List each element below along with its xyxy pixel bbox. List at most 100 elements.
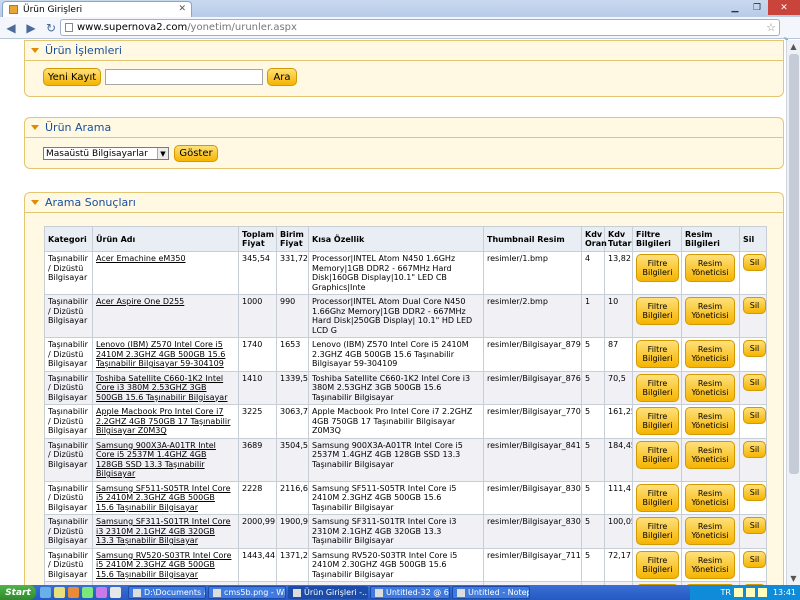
image-manager-button[interactable]: Resim Yöneticisi	[685, 297, 735, 325]
scroll-up-icon[interactable]: ▲	[787, 40, 800, 53]
filter-info-button[interactable]: Filtre Bilgileri	[636, 483, 679, 512]
cell-image: Resim Yöneticisi	[681, 251, 740, 295]
product-link[interactable]: Samsung 900X3A-A01TR Intel Core i5 2537M…	[96, 441, 216, 479]
forward-icon[interactable]: ▶	[22, 19, 40, 37]
delete-button[interactable]: Sil	[743, 517, 766, 534]
cell-description: Samsung SF311-S01TR Intel Core i3 2310M …	[308, 514, 484, 549]
image-manager-button[interactable]: Resim Yöneticisi	[685, 483, 735, 512]
cell-vat-rate: 1	[581, 294, 605, 338]
task-label: Ürün Girişleri -...	[304, 588, 368, 597]
browser-tab[interactable]: Ürün Girişleri ✕	[2, 1, 192, 17]
taskbar-task[interactable]: Ürün Girişleri -...	[288, 586, 368, 599]
cell-unit-price: 990	[276, 294, 309, 338]
filter-info-button[interactable]: Filtre Bilgileri	[636, 440, 679, 469]
tab-close-icon[interactable]: ✕	[178, 4, 186, 14]
collapse-caret-icon[interactable]	[31, 125, 39, 130]
cell-unit-price: 3504,55	[276, 437, 309, 482]
chevron-down-icon[interactable]: ▼	[157, 148, 168, 159]
category-select[interactable]: Masaüstü Bilgisayarlar ▼	[43, 147, 169, 160]
filter-info-button[interactable]: Filtre Bilgileri	[636, 550, 679, 579]
scroll-thumb[interactable]	[789, 54, 799, 474]
taskbar-task[interactable]: Untitled-32 @ 6...	[370, 586, 450, 599]
image-manager-button[interactable]: Resim Yöneticisi	[685, 254, 735, 282]
delete-button[interactable]: Sil	[743, 440, 766, 458]
search-input[interactable]	[105, 69, 263, 85]
cell-total-price: 2000,99	[238, 514, 277, 549]
firefox-icon[interactable]	[68, 587, 79, 598]
panel-title: Ürün Arama	[45, 121, 112, 134]
page-scrollbar[interactable]: ▲ ▼	[786, 40, 800, 585]
collapse-caret-icon[interactable]	[31, 48, 39, 53]
filter-info-button[interactable]: Filtre Bilgileri	[636, 517, 679, 545]
new-record-button[interactable]: Yeni Kayıt	[43, 68, 101, 86]
close-window-icon[interactable]: ✕	[768, 0, 800, 15]
column-header: Birim Fiyat	[276, 226, 309, 252]
filter-info-button[interactable]: Filtre Bilgileri	[636, 407, 679, 435]
delete-button[interactable]: Sil	[743, 550, 766, 568]
cell-name: Samsung SF511-S05TR Intel Core i5 2410M …	[92, 480, 239, 515]
taskbar-task[interactable]: D:\Documents a...	[128, 586, 206, 599]
tray-icon[interactable]	[733, 588, 743, 597]
cell-unit-price: 1339,5	[276, 370, 309, 405]
cell-vat-rate: 5	[581, 480, 605, 515]
filter-info-button[interactable]: Filtre Bilgileri	[636, 373, 679, 402]
taskbar-task[interactable]: cms5b.png - Win...	[208, 586, 286, 599]
reload-icon[interactable]: ↻	[42, 19, 60, 37]
tray-icon[interactable]	[757, 588, 767, 597]
folder-icon[interactable]	[54, 587, 65, 598]
ie-icon[interactable]	[40, 587, 51, 598]
bookmark-star-icon[interactable]: ☆	[766, 21, 776, 34]
taskbar-task[interactable]: Untitled - Notepad	[452, 586, 530, 599]
product-link[interactable]: Samsung SF311-S01TR Intel Core i3 2310M …	[96, 517, 231, 545]
product-link[interactable]: Acer Emachine eM350	[96, 254, 186, 263]
delete-button[interactable]: Sil	[743, 297, 766, 314]
tray-icon[interactable]	[745, 588, 755, 597]
app-icon[interactable]	[110, 587, 121, 598]
panel-header[interactable]: Ürün İşlemleri	[25, 41, 783, 61]
app-icon[interactable]	[96, 587, 107, 598]
image-manager-button[interactable]: Resim Yöneticisi	[685, 517, 735, 545]
window-controls: ▁ ❐ ✕	[724, 0, 800, 15]
task-label: cms5b.png - Win...	[224, 588, 285, 597]
search-button[interactable]: Ara	[267, 68, 297, 86]
start-button[interactable]: Start	[0, 585, 36, 600]
delete-button[interactable]: Sil	[743, 407, 766, 424]
delete-button[interactable]: Sil	[743, 373, 766, 391]
product-link[interactable]: Acer Aspire One D255	[96, 297, 184, 306]
collapse-caret-icon[interactable]	[31, 200, 39, 205]
panel-header[interactable]: Arama Sonuçları	[25, 193, 783, 213]
delete-button[interactable]: Sil	[743, 483, 766, 501]
product-link[interactable]: Samsung RV520-S03TR Intel Core i5 2410M …	[96, 551, 231, 579]
show-button[interactable]: Göster	[174, 145, 218, 162]
product-link[interactable]: Apple Macbook Pro Intel Core i7 2.2GHZ 4…	[96, 407, 230, 435]
filter-info-button[interactable]: Filtre Bilgileri	[636, 340, 679, 368]
chrome-icon[interactable]	[82, 587, 93, 598]
cell-category: Taşınabilir / Dizüstü Bilgisayar	[44, 294, 93, 338]
table-row: Taşınabilir / Dizüstü Bilgisayar Lenovo (…	[44, 337, 767, 372]
maximize-icon[interactable]: ❐	[746, 0, 768, 15]
product-link[interactable]: Toshiba Satellite C660-1K2 Intel Core i3…	[96, 374, 228, 402]
product-link[interactable]: Samsung SF511-S05TR Intel Core i5 2410M …	[96, 484, 231, 512]
table-body: Taşınabilir / Dizüstü Bilgisayar Acer Ema…	[44, 251, 767, 585]
filter-info-button[interactable]: Filtre Bilgileri	[636, 297, 679, 325]
image-manager-button[interactable]: Resim Yöneticisi	[685, 550, 735, 579]
address-bar[interactable]: www.supernova2.com/yonetim/urunler.aspx …	[60, 19, 780, 36]
cell-delete: Sil	[739, 547, 767, 582]
image-manager-button[interactable]: Resim Yöneticisi	[685, 407, 735, 435]
filter-info-button[interactable]: Filtre Bilgileri	[636, 254, 679, 282]
delete-button[interactable]: Sil	[743, 340, 766, 357]
cell-category: Taşınabilir / Dizüstü Bilgisayar	[44, 514, 93, 549]
language-indicator[interactable]: TR	[720, 588, 730, 597]
back-icon[interactable]: ◀	[2, 19, 20, 37]
panel-header[interactable]: Ürün Arama	[25, 118, 783, 138]
task-app-icon	[213, 588, 221, 597]
cell-filter: Filtre Bilgileri	[632, 547, 682, 582]
image-manager-button[interactable]: Resim Yöneticisi	[685, 440, 735, 469]
scroll-down-icon[interactable]: ▼	[787, 572, 800, 585]
image-manager-button[interactable]: Resim Yöneticisi	[685, 373, 735, 402]
cell-vat-rate: 5	[581, 547, 605, 582]
image-manager-button[interactable]: Resim Yöneticisi	[685, 340, 735, 368]
delete-button[interactable]: Sil	[743, 254, 766, 271]
minimize-icon[interactable]: ▁	[724, 0, 746, 15]
product-link[interactable]: Lenovo (IBM) Z570 Intel Core i5 2410M 2.…	[96, 340, 225, 368]
